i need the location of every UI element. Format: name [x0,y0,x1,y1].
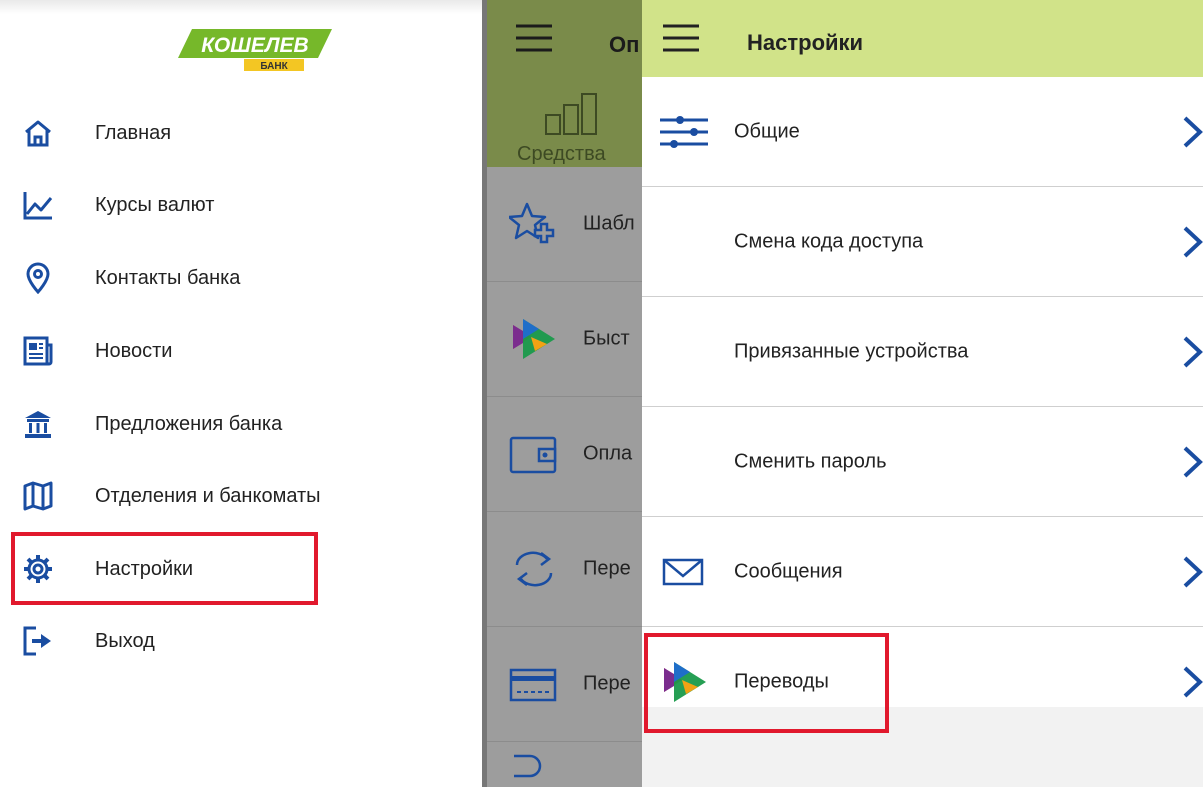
background-row-label: Опла [583,442,633,465]
svg-text:КОШЕЛЕВ: КОШЕЛЕВ [201,34,308,57]
star-plus-icon [509,202,555,244]
sliders-icon [660,115,708,148]
hamburger-menu-icon[interactable] [663,24,699,52]
transfer-arrows-icon [515,551,553,587]
settings-screen: Настройки Общие Смена кода доступа Привя… [642,0,1203,787]
background-title: Оп [609,32,640,57]
menu-item-label: Новости [95,339,173,362]
settings-item-general[interactable]: Общие [642,77,1203,187]
settings-item-linked-devices[interactable]: Привязанные устройства [642,297,1203,407]
settings-item-label: Переводы [734,670,829,692]
background-row-label: Шабл [583,212,635,235]
settings-item-label: Общие [734,120,800,142]
svg-text:БАНК: БАНК [260,61,288,72]
chart-line-icon [23,192,53,220]
drawer-top-shadow [0,0,482,14]
menu-item-news[interactable]: Новости [0,323,480,379]
menu-item-label: Настройки [95,557,194,580]
newspaper-icon [23,336,53,366]
menu-item-bank-offers[interactable]: Предложения банка [0,396,480,452]
gear-icon [24,555,52,583]
settings-item-label: Сообщения [734,560,843,582]
menu-item-settings[interactable]: Настройки [0,541,480,597]
fast-payment-icon [513,319,555,359]
chevron-right-icon [1183,116,1203,147]
navigation-drawer: КОШЕЛЕВ БАНК Главная Курсы валют Контакт… [0,0,482,787]
card-icon [509,668,557,702]
background-screen-dimmed: Оп Средства Шабл Быст Опла Пере Пере [482,0,642,787]
bank-building-icon [25,411,51,438]
chevron-right-icon [1183,666,1203,697]
background-row-card-transfers: Пере [487,627,642,742]
menu-item-contacts[interactable]: Контакты банка [0,250,480,306]
bank-logo: КОШЕЛЕВ БАНК [178,29,332,72]
settings-item-messages[interactable]: Сообщения [642,517,1203,627]
wallet-icon [509,436,557,474]
background-row-label: Пере [583,672,631,695]
background-header [487,0,642,167]
menu-item-home[interactable]: Главная [0,105,480,161]
hamburger-menu-icon [516,24,552,52]
settings-item-label: Привязанные устройства [734,340,969,362]
chevron-right-icon [1183,336,1203,367]
settings-item-label: Сменить пароль [734,450,887,472]
document-icon [514,754,542,778]
settings-item-change-password[interactable]: Сменить пароль [642,407,1203,517]
settings-header: Настройки [642,0,1203,77]
menu-item-exchange-rates[interactable]: Курсы валют [0,177,480,233]
menu-item-logout[interactable]: Выход [0,613,480,669]
chevron-right-icon [1183,446,1203,477]
menu-item-label: Курсы валют [95,193,215,216]
chevron-right-icon [1183,226,1203,257]
logout-icon [23,626,51,656]
background-row-label: Быст [583,327,630,350]
menu-item-label: Предложения банка [95,412,283,435]
chevron-right-icon [1183,556,1203,587]
menu-item-label: Отделения и банкоматы [95,484,321,507]
home-icon [25,120,51,147]
map-icon [23,481,53,511]
background-row-payments: Опла [487,397,642,512]
envelope-icon [662,558,704,585]
settings-item-label: Смена кода доступа [734,230,924,252]
bar-chart-icon [545,93,597,135]
fast-payment-icon [664,661,706,702]
background-row-label: Пере [583,557,631,580]
page-title: Настройки [747,30,864,55]
funds-tab-label: Средства [517,143,606,165]
background-row-fast-payments: Быст [487,282,642,397]
menu-item-branches-atms[interactable]: Отделения и банкоматы [0,468,480,524]
settings-item-change-access-code[interactable]: Смена кода доступа [642,187,1203,297]
menu-item-label: Контакты банка [95,266,241,289]
background-row-transfers: Пере [487,512,642,627]
menu-item-label: Выход [95,629,155,652]
background-row-templates: Шабл [487,167,642,282]
settings-empty-area [642,707,1203,787]
menu-item-label: Главная [95,121,172,144]
location-pin-icon [26,262,50,294]
